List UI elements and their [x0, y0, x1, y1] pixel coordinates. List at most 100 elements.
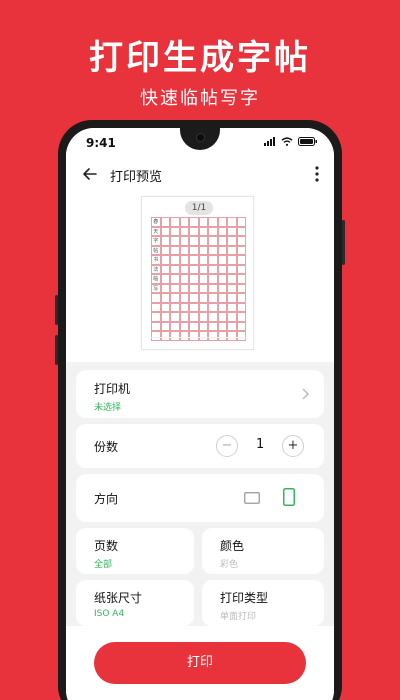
grid-cell: [217, 226, 227, 236]
grid-row: [151, 331, 246, 341]
grid-cell: [151, 293, 161, 303]
grid-cell: [179, 264, 189, 274]
grid-cell: [236, 217, 246, 227]
back-arrow-icon[interactable]: [80, 164, 100, 184]
grid-row: 临: [151, 274, 246, 284]
grid-cell: [170, 331, 180, 341]
grid-cell: [198, 331, 208, 341]
increase-copies-button[interactable]: +: [282, 435, 304, 457]
paper-size-label: 纸张尺寸: [94, 591, 143, 605]
print-type-option[interactable]: 打印类型 单面打印: [202, 580, 324, 626]
grid-cell: [208, 293, 218, 303]
grid-cell: [208, 312, 218, 322]
paper-size-option[interactable]: 纸张尺寸 ISO A4: [76, 580, 194, 626]
color-label: 颜色: [220, 539, 245, 553]
grid-cell: [227, 331, 237, 341]
page-indicator: 1/1: [185, 201, 213, 215]
printer-label: 打印机: [94, 382, 131, 396]
grid-row: 天: [151, 226, 246, 236]
grid-cell: [179, 236, 189, 246]
grid-cell: [236, 264, 246, 274]
grid-cell: [189, 312, 199, 322]
grid-cell: [189, 217, 199, 227]
grid-cell: [160, 217, 170, 227]
grid-cell: [170, 217, 180, 227]
grid-cell: [170, 274, 180, 284]
portrait-orientation-icon[interactable]: [283, 488, 295, 506]
grid-cell: [227, 255, 237, 265]
grid-row: [151, 321, 246, 331]
grid-cell: [227, 236, 237, 246]
orientation-row: 方向: [76, 474, 324, 522]
battery-icon: [298, 137, 317, 146]
grid-cell: [160, 331, 170, 341]
grid-cell: [170, 226, 180, 236]
grid-cell: 法: [151, 264, 161, 274]
grid-cell: [170, 264, 180, 274]
grid-cell: [198, 321, 208, 331]
grid-cell: [227, 264, 237, 274]
grid-cell: [179, 293, 189, 303]
copies-row: 份数 − 1 +: [76, 424, 324, 468]
phone-side-button: [55, 335, 58, 365]
grid-cell: [227, 283, 237, 293]
grid-cell: [198, 283, 208, 293]
grid-row: [151, 312, 246, 322]
grid-cell: [179, 302, 189, 312]
paper-size-value: ISO A4: [94, 609, 125, 619]
grid-cell: [236, 245, 246, 255]
grid-cell: [189, 255, 199, 265]
grid-cell: [217, 217, 227, 227]
grid-cell: [151, 302, 161, 312]
grid-cell: [227, 245, 237, 255]
grid-row: 字: [151, 236, 246, 246]
grid-cell: [189, 283, 199, 293]
grid-cell: [198, 264, 208, 274]
grid-cell: [208, 321, 218, 331]
grid-cell: [189, 331, 199, 341]
grid-cell: [198, 312, 208, 322]
grid-cell: [189, 236, 199, 246]
grid-cell: [189, 302, 199, 312]
wifi-icon: [281, 137, 293, 146]
grid-row: 春: [151, 217, 246, 227]
grid-cell: [160, 255, 170, 265]
grid-row: [151, 302, 246, 312]
grid-cell: 字: [151, 236, 161, 246]
grid-cell: [160, 302, 170, 312]
color-option[interactable]: 颜色 彩色: [202, 528, 324, 574]
grid-cell: [236, 226, 246, 236]
printer-selector[interactable]: 打印机 未选择: [76, 370, 324, 418]
grid-cell: [160, 264, 170, 274]
grid-row: [151, 293, 246, 303]
status-time: 9:41: [86, 136, 116, 150]
grid-cell: [217, 312, 227, 322]
grid-cell: [217, 283, 227, 293]
grid-cell: [208, 302, 218, 312]
grid-cell: 书: [151, 255, 161, 265]
landscape-orientation-icon[interactable]: [244, 492, 260, 504]
print-preview-area: 1/1 春天字帖书法临写: [66, 192, 334, 362]
grid-cell: [236, 331, 246, 341]
grid-cell: [179, 274, 189, 284]
grid-cell: 帖: [151, 245, 161, 255]
grid-row: 帖: [151, 245, 246, 255]
grid-cell: [170, 321, 180, 331]
phone-screen: 9:41 打印预览 1/1 春 天 字 帖 书 法 临 写 打印机 未选择 份数…: [66, 128, 334, 700]
grid-cell: [236, 236, 246, 246]
grid-cell: [179, 245, 189, 255]
grid-cell: [208, 217, 218, 227]
promo-subline: 快速临帖写字: [140, 88, 260, 109]
grid-cell: [179, 321, 189, 331]
grid-cell: 春: [151, 217, 161, 227]
copybook-grid: 春天字帖书法临写: [151, 217, 246, 341]
grid-cell: [198, 255, 208, 265]
more-vertical-icon[interactable]: [310, 164, 324, 184]
grid-cell: [227, 274, 237, 284]
grid-cell: [198, 217, 208, 227]
print-button[interactable]: 打印: [94, 642, 306, 684]
pages-option[interactable]: 页数 全部: [76, 528, 194, 574]
decrease-copies-button[interactable]: −: [216, 435, 238, 457]
grid-cell: [189, 274, 199, 284]
front-camera: [196, 133, 205, 142]
